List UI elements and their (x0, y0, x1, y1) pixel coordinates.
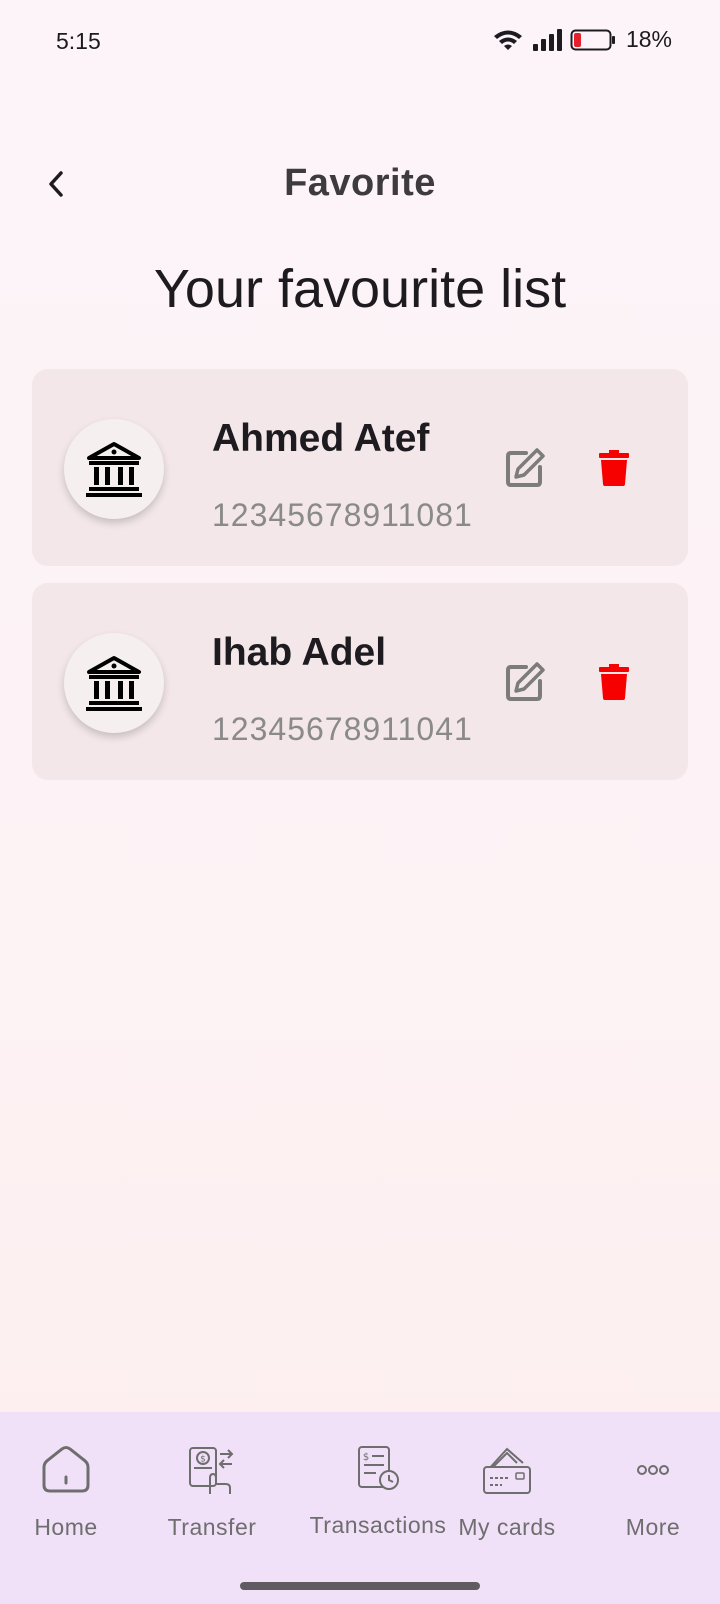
avatar (64, 633, 164, 733)
nav-item-transactions[interactable]: $ Transactions (303, 1440, 453, 1539)
svg-text:$: $ (200, 1455, 206, 1465)
delete-button[interactable] (598, 663, 630, 701)
nav-label-transfer: Transfer (167, 1514, 257, 1540)
favorite-name: Ihab Adel (212, 631, 387, 674)
nav-label-transactions: Transactions (309, 1512, 447, 1538)
transfer-icon: $ (189, 1447, 234, 1494)
nav-label-more: More (625, 1514, 681, 1540)
wifi-icon (493, 30, 522, 50)
edit-icon (506, 448, 545, 487)
signal-icon (532, 28, 562, 51)
edit-button[interactable] (504, 447, 546, 489)
nav-label-home: Home (34, 1514, 98, 1540)
home-indicator[interactable] (240, 1582, 480, 1590)
nav-item-more[interactable]: More (615, 1442, 691, 1541)
delete-button[interactable] (598, 449, 630, 487)
nav-item-transfer[interactable]: $ Transfer (162, 1442, 262, 1541)
status-bar: 5:15 18% (0, 0, 720, 84)
page-title: Favorite (284, 162, 436, 204)
favorite-account-number: 12345678911041 (212, 711, 473, 747)
favorite-account-number: 12345678911081 (212, 497, 473, 533)
trash-icon (599, 450, 629, 486)
favorite-card[interactable]: Ahmed Atef 12345678911081 (32, 369, 688, 566)
status-icons: 18% (492, 26, 672, 53)
transactions-icon: $ (358, 1446, 399, 1490)
bottom-navigation: Home $ Transfer $ Transactions My cards … (0, 1412, 720, 1604)
section-title: Your favourite list (153, 259, 567, 319)
edit-button[interactable] (504, 661, 546, 703)
svg-text:$: $ (363, 1452, 369, 1463)
battery-percentage: 18% (625, 26, 672, 52)
more-icon (637, 1465, 669, 1475)
home-icon (42, 1446, 90, 1493)
bank-icon (86, 442, 142, 497)
app-header: Favorite (0, 150, 720, 220)
nav-item-my-cards[interactable]: My cards (454, 1442, 560, 1541)
bank-icon (86, 656, 142, 711)
nav-label-my-cards: My cards (458, 1514, 556, 1540)
favorite-card[interactable]: Ihab Adel 12345678911041 (32, 583, 688, 780)
favorite-name: Ahmed Atef (212, 417, 430, 460)
battery-icon (570, 29, 615, 50)
cards-icon (483, 1447, 531, 1494)
nav-item-home[interactable]: Home (30, 1442, 102, 1541)
edit-icon (506, 662, 545, 701)
trash-icon (599, 664, 629, 700)
favorites-list: Ahmed Atef 12345678911081 Ihab Adel 1234… (32, 369, 688, 797)
avatar (64, 419, 164, 519)
status-time: 5:15 (56, 28, 101, 54)
